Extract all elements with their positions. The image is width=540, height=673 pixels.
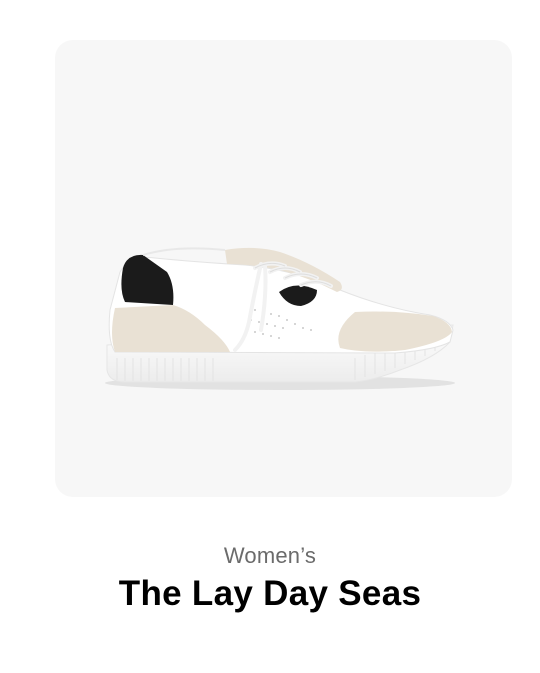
sneaker-image-icon bbox=[105, 247, 455, 390]
product-title[interactable]: The Lay Day Seas bbox=[0, 574, 540, 614]
product-card[interactable]: Women’s The Lay Day Seas bbox=[0, 0, 540, 673]
product-category: Women’s bbox=[223, 543, 317, 568]
product-image-panel[interactable] bbox=[55, 40, 512, 497]
